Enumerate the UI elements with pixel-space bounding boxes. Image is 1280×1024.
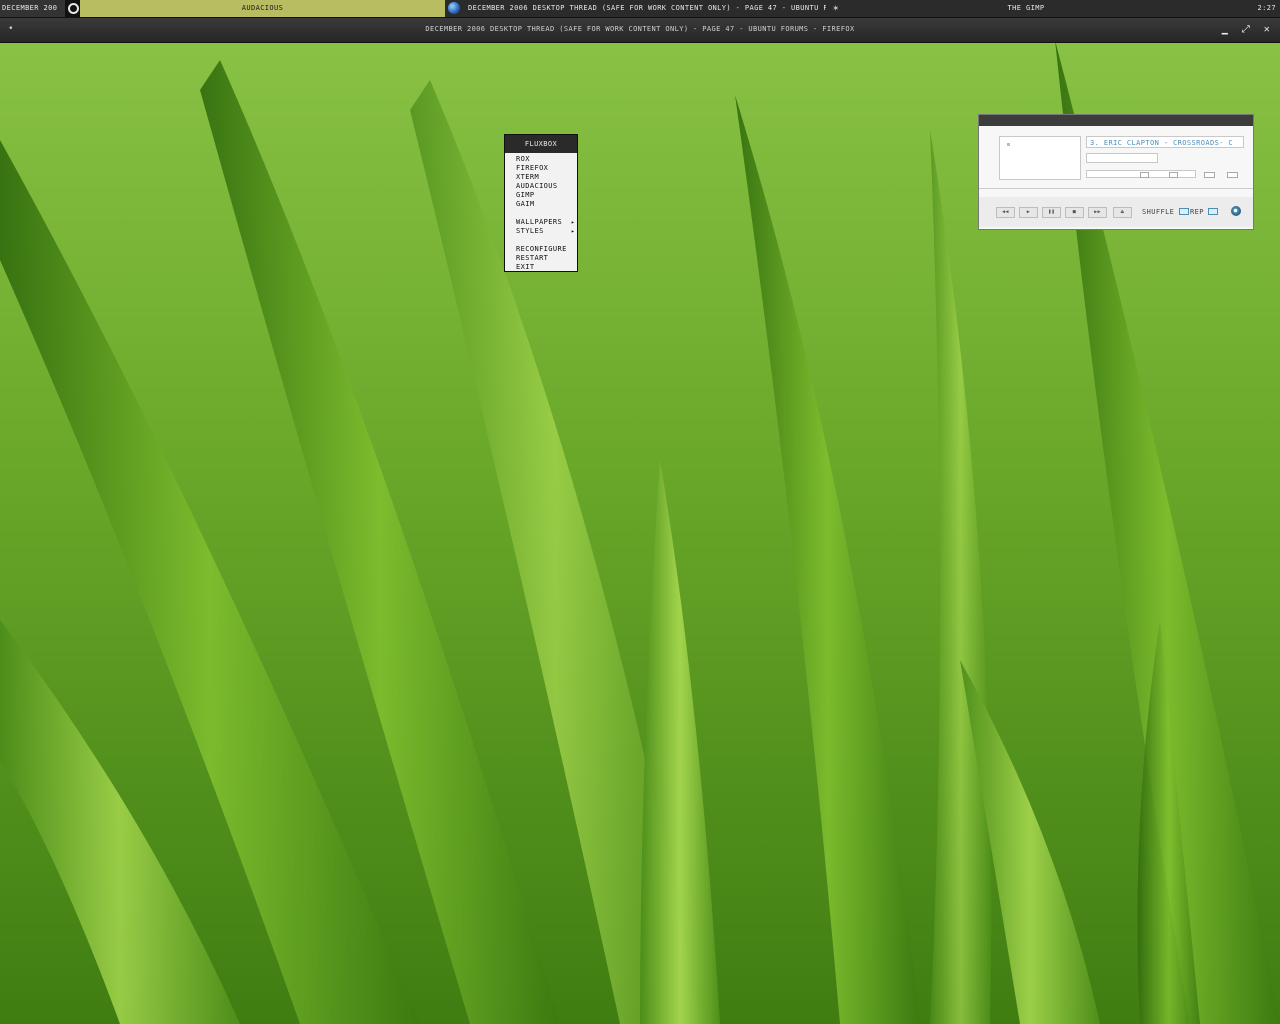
- fluxbox-root-menu: fluxbox Rox Firefox xterm Audacious GIMP…: [504, 134, 578, 272]
- menu-item-rox[interactable]: Rox: [505, 155, 577, 164]
- repeat-toggle[interactable]: [1208, 208, 1218, 215]
- menu-item-gimp[interactable]: GIMP: [505, 191, 577, 200]
- player-divider: [979, 188, 1253, 189]
- menu-item-label: Styles: [516, 227, 544, 235]
- menu-item-label: Restart: [516, 254, 549, 262]
- stop-button[interactable]: ■: [1065, 207, 1084, 218]
- wilber-icon[interactable]: ✶: [828, 0, 844, 17]
- previous-button[interactable]: ◀◀: [996, 207, 1015, 218]
- play-button[interactable]: ▶: [1019, 207, 1038, 218]
- balance-slider-knob[interactable]: [1169, 172, 1178, 178]
- menu-item-firefox[interactable]: Firefox: [505, 164, 577, 173]
- clock: 2:27: [1257, 4, 1276, 12]
- next-button[interactable]: ▶▶: [1088, 207, 1107, 218]
- menu-item-label: Reconfigure: [516, 245, 567, 253]
- menu-item-label: GIMP: [516, 191, 535, 199]
- menu-item-label: xterm: [516, 173, 540, 181]
- shuffle-label: Shuffle: [1142, 208, 1175, 216]
- menu-item-label: Audacious: [516, 182, 558, 190]
- audacious-player: 3. Eric Clapton - Crossroads- C ◀◀ ▶ ❚❚ …: [978, 114, 1254, 230]
- maximize-icon[interactable]: ⤢: [1239, 23, 1253, 37]
- menu-item-gaim[interactable]: Gaim: [505, 200, 577, 209]
- menu-title: fluxbox: [505, 135, 577, 153]
- menu-item-styles[interactable]: Styles ▸: [505, 227, 577, 236]
- submenu-arrow-icon: ▸: [570, 228, 575, 235]
- menu-item-exit[interactable]: Exit: [505, 263, 577, 272]
- task-audacious[interactable]: Audacious: [80, 0, 445, 17]
- player-time-display: [999, 136, 1081, 180]
- pause-button[interactable]: ❚❚: [1042, 207, 1061, 218]
- menu-item-reconfigure[interactable]: Reconfigure: [505, 245, 577, 254]
- window-titlebar[interactable]: • December 2006 Desktop Thread (Safe for…: [0, 18, 1280, 43]
- menu-item-label: Firefox: [516, 164, 549, 172]
- menu-item-wallpapers[interactable]: Wallpapers ▸: [505, 218, 577, 227]
- menu-item-label: Rox: [516, 155, 530, 163]
- track-info-box: [1086, 153, 1158, 163]
- globe-icon: [448, 2, 460, 14]
- taskbar: December 200 Audacious December 2006 Des…: [0, 0, 1280, 18]
- menu-item-label: Exit: [516, 263, 535, 271]
- volume-slider-knob[interactable]: [1140, 172, 1149, 178]
- menu-item-label: Gaim: [516, 200, 535, 208]
- workspace-label[interactable]: December 200: [0, 0, 66, 17]
- track-title[interactable]: 3. Eric Clapton - Crossroads- C: [1086, 136, 1244, 148]
- equalizer-toggle[interactable]: [1204, 172, 1215, 178]
- shuffle-toggle[interactable]: [1179, 208, 1189, 215]
- menu-item-label: Wallpapers: [516, 218, 563, 226]
- task-gimp[interactable]: The GIMP: [846, 0, 1206, 17]
- menu-item-restart[interactable]: Restart: [505, 254, 577, 263]
- play-status-icon: [1007, 143, 1010, 146]
- player-titlebar[interactable]: [979, 115, 1253, 126]
- window-title: December 2006 Desktop Thread (Safe for w…: [425, 25, 855, 33]
- submenu-arrow-icon: ▸: [570, 219, 575, 226]
- audacious-logo-icon[interactable]: [1231, 206, 1241, 216]
- task-firefox-label: December 2006 Desktop Thread (Safe for w…: [468, 4, 826, 12]
- repeat-label: Rep: [1190, 208, 1204, 216]
- menu-item-xterm[interactable]: xterm: [505, 173, 577, 182]
- close-icon[interactable]: ✕: [1260, 23, 1274, 37]
- eject-button[interactable]: ⏏: [1113, 207, 1132, 218]
- player-controls: ◀◀ ▶ ❚❚ ■ ▶▶ ⏏ Shuffle Rep: [979, 197, 1253, 227]
- minimize-icon[interactable]: ▁: [1218, 23, 1232, 37]
- menu-item-audacious[interactable]: Audacious: [505, 182, 577, 191]
- playlist-toggle[interactable]: [1227, 172, 1238, 178]
- task-firefox[interactable]: December 2006 Desktop Thread (Safe for w…: [446, 0, 826, 17]
- ring-icon[interactable]: [65, 0, 80, 17]
